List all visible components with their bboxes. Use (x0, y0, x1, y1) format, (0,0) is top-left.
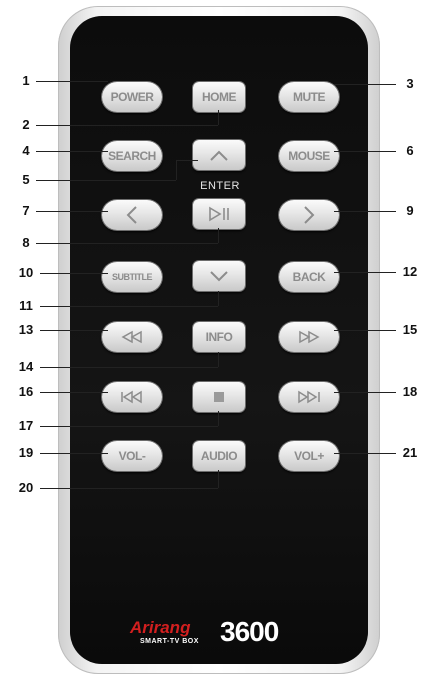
subtitle-button[interactable]: SUBTITLE (102, 262, 162, 292)
callout-number: 2 (22, 117, 30, 132)
next-button[interactable] (279, 382, 339, 412)
callout-leader-14 (218, 352, 219, 367)
chevron-up-icon (210, 150, 228, 161)
callout-line-13 (40, 330, 108, 331)
callout-number: 13 (18, 322, 34, 337)
model-number: 3600 (220, 616, 279, 647)
rewind-button[interactable] (102, 322, 162, 352)
callout-line-17 (40, 426, 218, 427)
up-button[interactable] (193, 140, 245, 170)
callout-line-16 (40, 392, 108, 393)
previous-button[interactable] (102, 382, 162, 412)
down-button[interactable] (193, 261, 245, 291)
callout-line-6 (334, 151, 396, 152)
stop-icon (214, 392, 224, 402)
rewind-icon (121, 330, 142, 344)
callout-leader-2 (218, 110, 219, 125)
callout-number: 9 (406, 203, 414, 218)
callout-line-7 (36, 211, 108, 212)
callout-line-20 (40, 488, 218, 489)
brand-logo: Arirang SMART-TV BOX 3600 (130, 616, 320, 658)
enter-label: ENTER (200, 180, 240, 192)
callout-number: 3 (406, 76, 414, 91)
callout-number: 6 (406, 143, 414, 158)
brand-name: Arirang (130, 618, 191, 637)
callout-leader-8 (218, 228, 219, 243)
callout-leader-20 (218, 470, 219, 488)
skip-previous-icon (121, 390, 142, 404)
callout-number: 5 (22, 172, 30, 187)
callout-line-3 (334, 84, 396, 85)
callout-number: 12 (402, 264, 418, 279)
callout-number: 18 (402, 384, 418, 399)
volume-up-button[interactable]: VOL+ (279, 441, 339, 471)
callout-line-8 (36, 243, 218, 244)
callout-number: 11 (19, 298, 33, 313)
stop-button[interactable] (193, 382, 245, 412)
fast-forward-icon (299, 330, 320, 344)
callout-leader-11 (218, 291, 219, 306)
fast-forward-button[interactable] (279, 322, 339, 352)
search-button[interactable]: SEARCH (102, 141, 162, 171)
callout-line-9 (334, 211, 396, 212)
info-button[interactable]: INFO (193, 322, 245, 352)
callout-line-5 (36, 180, 176, 181)
callout-line-15 (334, 330, 396, 331)
callout-line-2 (36, 125, 218, 126)
callout-number: 10 (18, 265, 34, 280)
callout-number: 14 (18, 359, 34, 374)
callout-line-21 (334, 453, 396, 454)
callout-line-1 (36, 81, 108, 82)
chevron-left-icon (126, 206, 137, 224)
right-button[interactable] (279, 200, 339, 230)
callout-number: 17 (18, 418, 34, 433)
back-button[interactable]: BACK (279, 262, 339, 292)
callout-hook-5 (176, 160, 198, 161)
left-button[interactable] (102, 200, 162, 230)
callout-leader-17 (218, 411, 219, 426)
callout-number: 1 (22, 73, 30, 88)
callout-number: 8 (22, 235, 30, 250)
callout-number: 21 (402, 445, 418, 460)
callout-line-10 (40, 273, 108, 274)
chevron-down-icon (210, 271, 228, 282)
callout-line-14 (40, 367, 218, 368)
callout-number: 19 (18, 445, 34, 460)
callout-leader-5 (176, 160, 177, 180)
callout-line-12 (334, 272, 396, 273)
enter-button[interactable] (193, 199, 245, 229)
callout-line-11 (40, 306, 218, 307)
home-button[interactable]: HOME (193, 82, 245, 112)
mouse-button[interactable]: MOUSE (279, 141, 339, 171)
brand-tagline: SMART-TV BOX (140, 638, 199, 645)
callout-line-4 (36, 151, 108, 152)
callout-number: 20 (18, 480, 34, 495)
chevron-right-icon (304, 206, 315, 224)
volume-down-button[interactable]: VOL- (102, 441, 162, 471)
play-pause-icon (209, 206, 229, 222)
callout-line-19 (40, 453, 108, 454)
mute-button[interactable]: MUTE (279, 82, 339, 112)
audio-button[interactable]: AUDIO (193, 441, 245, 471)
callout-number: 15 (402, 322, 418, 337)
callout-line-18 (334, 392, 396, 393)
callout-number: 16 (18, 384, 34, 399)
skip-next-icon (298, 390, 320, 404)
power-button[interactable]: POWER (102, 82, 162, 112)
callout-number: 4 (22, 143, 30, 158)
callout-number: 7 (22, 203, 30, 218)
